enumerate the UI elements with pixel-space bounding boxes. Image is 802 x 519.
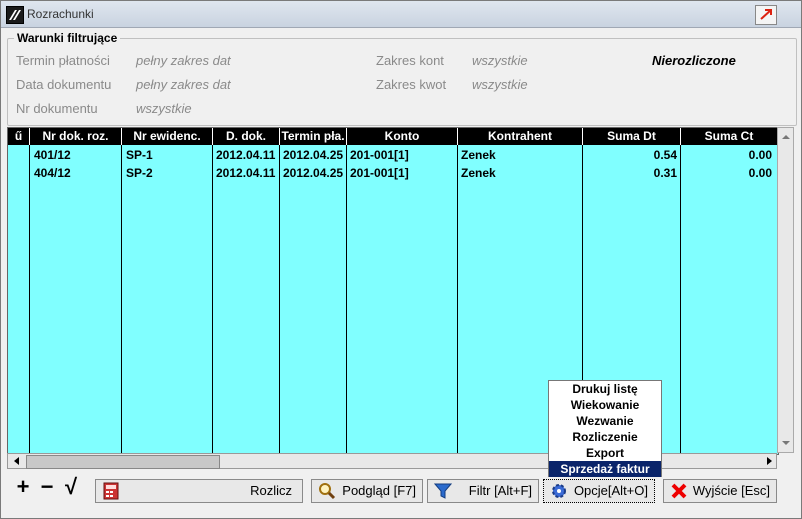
filter-group-title: Warunki filtrujące xyxy=(14,31,121,45)
wyjscie-button[interactable]: Wyjście [Esc] xyxy=(663,479,777,503)
column-divider xyxy=(29,145,30,454)
cell-suma-dt: 0.31 xyxy=(653,166,677,180)
podglad-button[interactable]: Podgląd [F7] xyxy=(311,479,423,503)
termin-label: Termin płatności xyxy=(16,53,110,68)
cell-suma-ct: 0.00 xyxy=(748,166,772,180)
filter-group: Warunki filtrujące Termin płatności pełn… xyxy=(7,31,797,126)
column-header[interactable]: Suma Dt xyxy=(583,128,681,145)
rozlicz-label: Rozlicz xyxy=(250,483,292,498)
zakres-kont-value: wszystkie xyxy=(472,53,528,68)
scroll-thumb[interactable] xyxy=(26,455,220,469)
column-divider xyxy=(121,145,122,454)
column-header[interactable]: Nr dok. roz. xyxy=(30,128,122,145)
column-header[interactable]: Konto xyxy=(347,128,458,145)
column-header[interactable]: Kontrahent xyxy=(458,128,583,145)
menu-item-drukuj[interactable]: Drukuj listę xyxy=(549,381,661,397)
add-icon[interactable]: + xyxy=(13,476,33,498)
scroll-up-icon xyxy=(782,135,790,139)
cell-nr-ewid: SP-2 xyxy=(126,166,153,180)
column-header[interactable]: ű xyxy=(8,128,30,145)
close-button[interactable] xyxy=(755,5,777,25)
check-icon[interactable]: √ xyxy=(61,476,81,498)
column-divider xyxy=(279,145,280,454)
cell-konto: 201-001[1] xyxy=(350,166,409,180)
status-filter: Nierozliczone xyxy=(652,53,736,68)
nr-dokumentu-value: wszystkie xyxy=(136,101,192,116)
rozrachunki-table[interactable]: ű Nr dok. roz. Nr ewidenc. D. dok. Termi… xyxy=(7,127,779,455)
app-icon xyxy=(6,6,24,24)
window-title: Rozrachunki xyxy=(27,7,94,21)
column-divider xyxy=(680,145,681,454)
cell-d-dok: 2012.04.11 xyxy=(216,148,276,162)
wyjscie-label: Wyjście [Esc] xyxy=(692,483,770,498)
menu-item-export[interactable]: Export xyxy=(549,445,661,461)
scroll-left-icon[interactable] xyxy=(10,454,24,468)
filtr-label: Filtr [Alt+F] xyxy=(468,483,532,498)
opcje-label: Opcje[Alt+O] xyxy=(573,483,648,498)
column-header[interactable]: D. dok. xyxy=(213,128,280,145)
nr-dokumentu-label: Nr dokumentu xyxy=(16,101,98,116)
zakres-kont-label: Zakres kont xyxy=(376,53,444,68)
cell-kontrahent: Zenek xyxy=(461,148,496,162)
cell-suma-dt: 0.54 xyxy=(653,148,677,162)
column-header[interactable]: Suma Ct xyxy=(681,128,778,145)
menu-item-wiekowanie[interactable]: Wiekowanie xyxy=(549,397,661,413)
filtr-button[interactable]: Filtr [Alt+F] xyxy=(427,479,539,503)
column-divider xyxy=(457,145,458,454)
cell-suma-ct: 0.00 xyxy=(748,148,772,162)
menu-item-rozliczenie[interactable]: Rozliczenie xyxy=(549,429,661,445)
column-divider xyxy=(346,145,347,454)
zakres-kwot-value: wszystkie xyxy=(472,77,528,92)
column-header[interactable]: Nr ewidenc. xyxy=(122,128,213,145)
podglad-label: Podgląd [F7] xyxy=(342,483,416,498)
menu-item-wezwanie[interactable]: Wezwanie xyxy=(549,413,661,429)
cell-d-dok: 2012.04.11 xyxy=(216,166,276,180)
cell-nr-dok: 404/12 xyxy=(34,166,71,180)
title-bar[interactable]: Rozrachunki xyxy=(1,1,801,28)
termin-value: pełny zakres dat xyxy=(136,53,231,68)
bottom-toolbar: + − √ Rozlicz Podgląd [F7] Filtr [Alt+F] xyxy=(1,471,801,518)
column-divider xyxy=(212,145,213,454)
rozlicz-button[interactable]: Rozlicz xyxy=(95,479,303,503)
scroll-right-icon[interactable] xyxy=(762,454,776,468)
cell-termin: 2012.04.25 xyxy=(283,166,344,180)
cell-termin: 2012.04.25 xyxy=(283,148,344,162)
vertical-scrollbar[interactable] xyxy=(777,127,794,453)
cell-nr-ewid: SP-1 xyxy=(126,148,153,162)
cell-kontrahent: Zenek xyxy=(461,166,496,180)
scroll-down-icon xyxy=(782,441,790,445)
rozrachunki-window: Rozrachunki Warunki filtrujące Termin pł… xyxy=(0,0,802,519)
remove-icon[interactable]: − xyxy=(37,476,57,498)
data-dokumentu-label: Data dokumentu xyxy=(16,77,112,92)
opcje-button[interactable]: Opcje[Alt+O] xyxy=(543,479,655,503)
column-header[interactable]: Termin pła. xyxy=(280,128,347,145)
zakres-kwot-label: Zakres kwot xyxy=(376,77,447,92)
data-dokumentu-value: pełny zakres dat xyxy=(136,77,231,92)
options-context-menu: Drukuj listę Wiekowanie Wezwanie Rozlicz… xyxy=(548,380,662,477)
cell-nr-dok: 401/12 xyxy=(34,148,71,162)
cell-konto: 201-001[1] xyxy=(350,148,409,162)
